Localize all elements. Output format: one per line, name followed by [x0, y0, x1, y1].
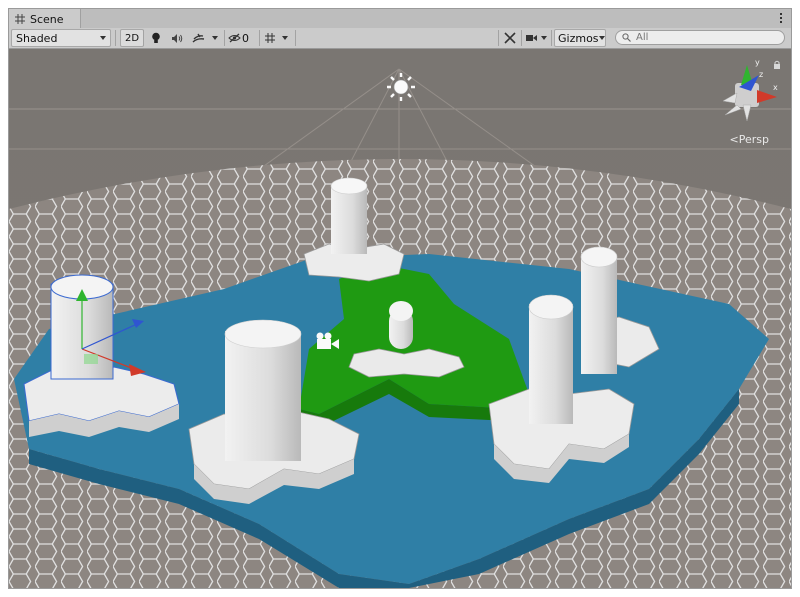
toolbar-divider	[295, 30, 296, 46]
gizmos-label: Gizmos	[558, 31, 599, 45]
toolbar-divider	[115, 30, 116, 46]
camera-settings-button[interactable]	[524, 29, 538, 47]
search-icon	[622, 33, 631, 42]
toolbar-divider	[143, 30, 144, 46]
pillar-right-back[interactable]	[581, 254, 617, 374]
search-input[interactable]	[634, 31, 778, 44]
speaker-icon	[172, 33, 183, 43]
tab-bar: Scene	[9, 9, 791, 29]
lighting-toggle-button[interactable]	[148, 29, 164, 47]
capsule-top	[389, 301, 413, 321]
pillar-front[interactable]	[225, 331, 301, 461]
eye-slash-icon	[228, 33, 241, 43]
grid-snap-icon	[265, 33, 275, 43]
chevron-down-icon	[100, 36, 106, 40]
tab-scene-label: Scene	[30, 12, 64, 26]
pillar-right-front-top	[528, 294, 574, 320]
effects-dropdown[interactable]	[209, 29, 221, 47]
gizmos-dropdown[interactable]: Gizmos	[554, 29, 606, 47]
toolbar-divider	[259, 30, 260, 46]
video-camera-icon	[525, 35, 537, 41]
toolbar-divider	[521, 30, 522, 46]
shading-mode-label: Shaded	[16, 31, 58, 45]
move-gizmo-plane-handle[interactable]	[84, 354, 98, 364]
tools-icon	[504, 32, 516, 44]
chevron-down-icon	[282, 36, 288, 40]
lightbulb-icon	[152, 32, 160, 43]
effects-toggle-button[interactable]	[190, 29, 206, 47]
scene-viewport[interactable]: y x z <Persp	[9, 49, 791, 588]
pillar-right-front[interactable]	[529, 304, 573, 424]
pillar-front-top	[224, 319, 302, 349]
chevron-left-icon: <	[729, 133, 739, 146]
pillar-back-top	[330, 177, 368, 195]
projection-toggle[interactable]: <Persp	[730, 133, 769, 146]
shading-mode-dropdown[interactable]: Shaded	[11, 29, 111, 47]
hidden-objects-toggle[interactable]: 0	[228, 29, 256, 47]
2d-toggle-button[interactable]: 2D	[120, 29, 145, 47]
window-menu-icon[interactable]	[780, 12, 783, 25]
grid-icon	[15, 14, 25, 24]
pillar-right-back-top	[580, 246, 618, 268]
svg-text:y: y	[755, 58, 760, 67]
toolbar-divider	[498, 30, 499, 46]
toolbar-divider	[224, 30, 225, 46]
scene-search-field[interactable]	[615, 30, 785, 45]
pillar-back[interactable]	[331, 184, 367, 254]
scene-toolbar: Shaded 2D 0 Gizmos All	[9, 28, 791, 49]
effects-icon	[192, 33, 204, 43]
scene-render: y x z	[9, 49, 791, 588]
svg-text:x: x	[773, 83, 778, 92]
camera-settings-dropdown[interactable]	[539, 29, 549, 47]
chevron-down-icon	[541, 36, 547, 40]
grid-dropdown[interactable]	[279, 29, 291, 47]
chevron-down-icon	[598, 36, 605, 40]
2d-toggle-label: 2D	[125, 32, 140, 44]
projection-label: Persp	[738, 133, 769, 146]
tab-scene[interactable]: Scene	[9, 9, 81, 29]
scene-window: Scene Shaded 2D 0 Gizmos All y x z <Pers…	[8, 8, 792, 589]
audio-toggle-button[interactable]	[169, 29, 185, 47]
grid-toggle-button[interactable]	[263, 29, 277, 47]
hidden-objects-count: 0	[242, 31, 249, 45]
chevron-down-icon	[212, 36, 218, 40]
tools-toggle-button[interactable]	[502, 29, 518, 47]
toolbar-divider	[551, 30, 552, 46]
svg-text:z: z	[759, 70, 763, 79]
